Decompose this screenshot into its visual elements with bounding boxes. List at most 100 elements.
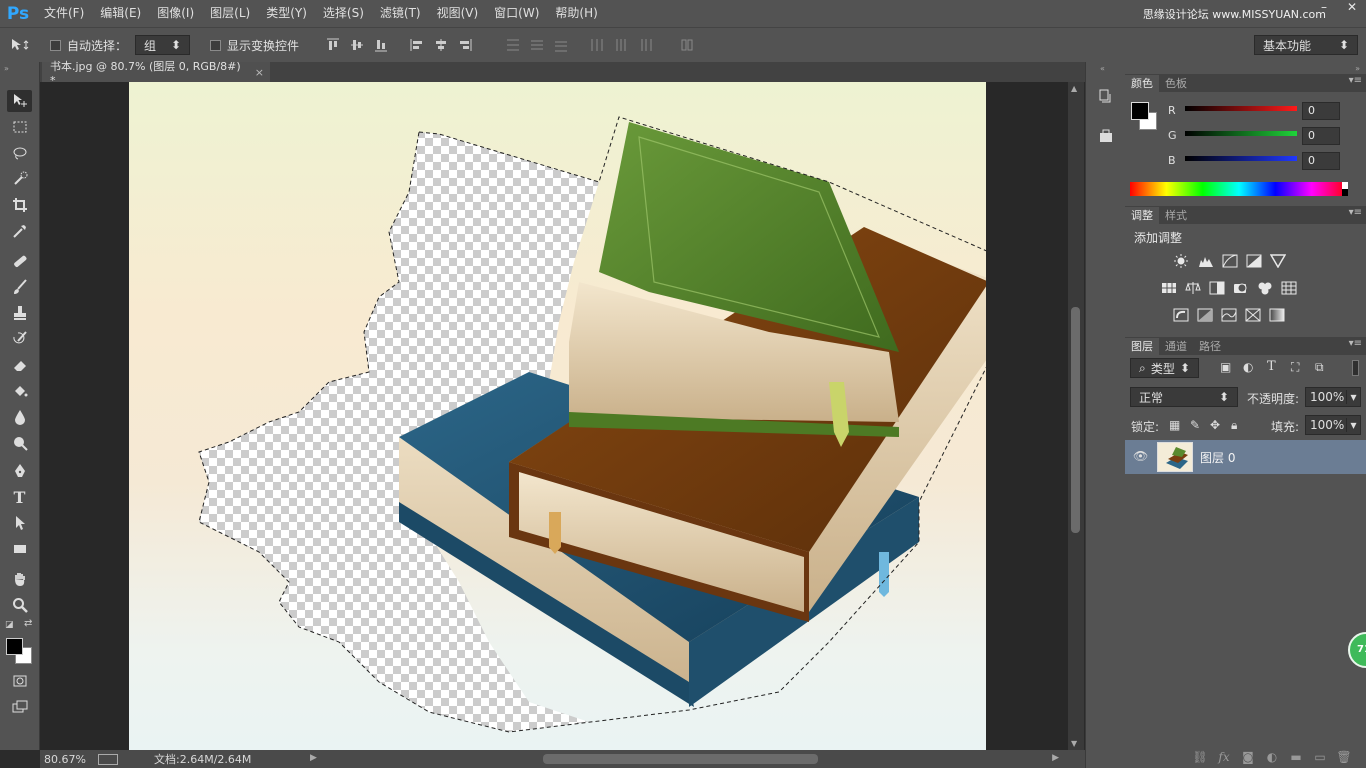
dodge-tool-icon[interactable] <box>7 432 32 454</box>
tab-layers[interactable]: 图层 <box>1125 338 1159 355</box>
link-layers-icon[interactable]: ⛓ <box>1188 750 1212 764</box>
gradient-map-icon[interactable] <box>1268 307 1286 323</box>
layer-filter-dropdown[interactable]: ⌕ 类型 ⬍ <box>1130 358 1199 378</box>
tab-adjustments[interactable]: 调整 <box>1125 207 1159 224</box>
menu-select[interactable]: 选择(S) <box>315 0 372 27</box>
clone-stamp-tool-icon[interactable] <box>7 302 32 324</box>
align-top-icon[interactable] <box>323 35 343 55</box>
align-right-icon[interactable] <box>455 35 475 55</box>
channel-r-value[interactable]: 0 <box>1302 102 1340 120</box>
distribute-right-icon[interactable] <box>635 35 655 55</box>
eraser-tool-icon[interactable] <box>7 354 32 376</box>
channel-r-slider[interactable] <box>1185 106 1297 111</box>
new-layer-icon[interactable]: ▭ <box>1308 750 1332 764</box>
levels-icon[interactable] <box>1197 253 1215 269</box>
vertical-scroll-thumb[interactable] <box>1071 307 1080 533</box>
crop-tool-icon[interactable] <box>7 194 32 216</box>
lock-transparent-icon[interactable]: ▦ <box>1169 418 1180 432</box>
channel-b-value[interactable]: 0 <box>1302 152 1340 170</box>
default-colors-icon[interactable]: ◪ <box>5 620 14 630</box>
collapse-panels-icon[interactable]: » <box>1355 64 1360 73</box>
menu-type[interactable]: 类型(Y) <box>258 0 315 27</box>
channel-b-slider[interactable] <box>1185 156 1297 161</box>
document-size[interactable]: 文档:2.64M/2.64M <box>154 751 251 767</box>
horizontal-scroll-thumb[interactable] <box>543 754 818 764</box>
menu-edit[interactable]: 编辑(E) <box>92 0 149 27</box>
menu-view[interactable]: 视图(V) <box>429 0 487 27</box>
filter-smart-object-icon[interactable]: ⧉ <box>1315 360 1324 375</box>
show-transform-checkbox[interactable] <box>210 39 222 51</box>
align-left-icon[interactable] <box>407 35 427 55</box>
new-group-icon[interactable]: ▬ <box>1284 750 1308 764</box>
close-window-icon[interactable]: ✕ <box>1338 0 1366 16</box>
collapse-toolbox-icon[interactable]: » <box>4 64 9 73</box>
path-selection-tool-icon[interactable] <box>7 512 32 534</box>
distribute-hcenter-icon[interactable] <box>611 35 631 55</box>
auto-select-dropdown[interactable]: 组 ⬍ <box>135 35 191 55</box>
document-tab[interactable]: 书本.jpg @ 80.7% (图层 0, RGB/8#) * × <box>42 60 270 87</box>
move-tool-icon[interactable] <box>7 90 32 112</box>
document-canvas[interactable] <box>129 82 986 750</box>
channel-g-value[interactable]: 0 <box>1302 127 1340 145</box>
tab-color[interactable]: 颜色 <box>1125 75 1159 92</box>
quick-select-tool-icon[interactable] <box>7 168 32 190</box>
workspace-dropdown[interactable]: 基本功能 ⬍ <box>1254 35 1358 55</box>
posterize-icon[interactable] <box>1196 307 1214 323</box>
align-hcenter-icon[interactable] <box>431 35 451 55</box>
status-menu-icon[interactable] <box>98 753 118 765</box>
close-tab-icon[interactable]: × <box>249 66 270 79</box>
add-mask-icon[interactable]: ◙ <box>1236 750 1260 764</box>
layer-style-fx-icon[interactable]: fx <box>1212 750 1236 764</box>
hand-tool-icon[interactable] <box>7 568 32 590</box>
layer-row[interactable]: 👁︎ 图层 0 <box>1125 440 1366 474</box>
scroll-down-icon[interactable]: ▼ <box>1071 739 1077 748</box>
fill-field[interactable]: 100% ▾ <box>1305 415 1361 435</box>
filter-pixel-icon[interactable]: ▣ <box>1220 360 1231 374</box>
quick-mask-icon[interactable] <box>7 670 32 692</box>
brush-tool-icon[interactable] <box>7 276 32 298</box>
color-spectrum-bar[interactable] <box>1130 182 1348 196</box>
selective-color-icon[interactable] <box>1244 307 1262 323</box>
panel-menu-icon[interactable]: ▾≡ <box>1349 207 1362 218</box>
exposure-icon[interactable] <box>1245 253 1263 269</box>
hue-saturation-icon[interactable] <box>1160 280 1178 296</box>
chevron-down-icon[interactable]: ▾ <box>1346 418 1360 432</box>
align-bottom-icon[interactable] <box>371 35 391 55</box>
lock-pixels-brush-icon[interactable]: ✎ <box>1190 418 1200 432</box>
properties-panel-icon[interactable] <box>1096 126 1116 146</box>
tab-channels[interactable]: 通道 <box>1159 338 1193 355</box>
vertical-scrollbar[interactable]: ▲ ▼ <box>1068 82 1084 750</box>
lasso-tool-icon[interactable] <box>7 142 32 164</box>
zoom-tool-icon[interactable] <box>7 594 32 616</box>
opacity-field[interactable]: 100% ▾ <box>1305 387 1361 407</box>
scroll-right-icon[interactable]: ▶ <box>1052 753 1059 763</box>
blend-mode-dropdown[interactable]: 正常 ⬍ <box>1130 387 1238 407</box>
tab-swatches[interactable]: 色板 <box>1159 75 1193 92</box>
tab-paths[interactable]: 路径 <box>1193 338 1227 355</box>
minimize-icon[interactable]: – <box>1310 0 1338 16</box>
distribute-left-icon[interactable] <box>587 35 607 55</box>
channel-mixer-icon[interactable] <box>1256 280 1274 296</box>
history-panel-icon[interactable] <box>1096 86 1116 106</box>
white-swatch[interactable] <box>1342 182 1348 189</box>
panel-menu-icon[interactable]: ▾≡ <box>1349 338 1362 349</box>
auto-align-icon[interactable] <box>677 35 697 55</box>
menu-file[interactable]: 文件(F) <box>36 0 92 27</box>
expand-dock-icon[interactable]: « <box>1100 64 1105 73</box>
invert-icon[interactable] <box>1172 307 1190 323</box>
menu-window[interactable]: 窗口(W) <box>486 0 547 27</box>
menu-filter[interactable]: 滤镜(T) <box>372 0 429 27</box>
type-tool-icon[interactable]: T <box>7 486 32 508</box>
history-brush-tool-icon[interactable] <box>7 328 32 350</box>
tab-styles[interactable]: 样式 <box>1159 207 1193 224</box>
black-white-icon[interactable] <box>1208 280 1226 296</box>
align-vcenter-icon[interactable] <box>347 35 367 55</box>
chevron-down-icon[interactable]: ▾ <box>1346 390 1360 404</box>
threshold-icon[interactable] <box>1220 307 1238 323</box>
screen-mode-icon[interactable] <box>7 696 32 718</box>
filter-adjustment-icon[interactable]: ◐ <box>1243 360 1253 374</box>
brightness-contrast-icon[interactable] <box>1172 253 1190 269</box>
black-swatch[interactable] <box>1342 189 1348 196</box>
layer-name[interactable]: 图层 0 <box>1200 449 1235 466</box>
rectangle-tool-icon[interactable] <box>7 538 32 560</box>
